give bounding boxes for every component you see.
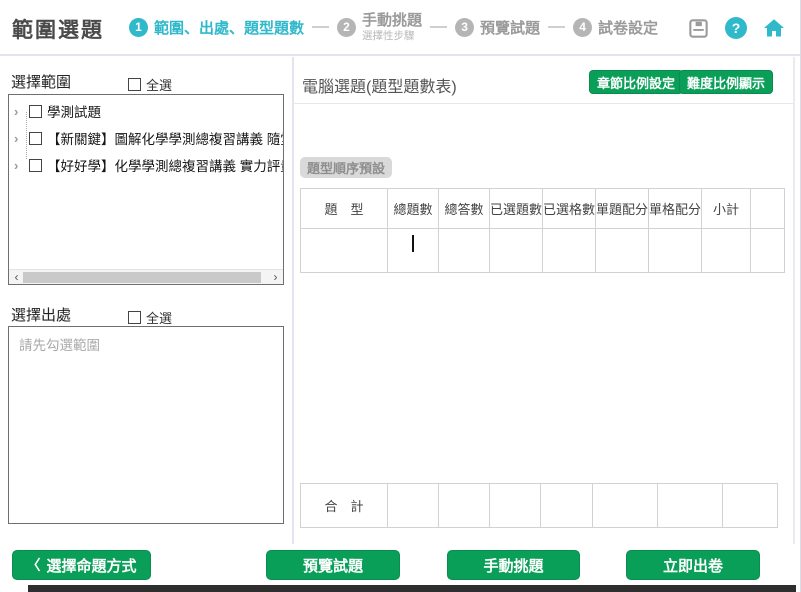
cell-question-type[interactable] bbox=[301, 229, 388, 273]
section-divider bbox=[293, 103, 793, 104]
step-2-sublabel: 選擇性步驟 bbox=[362, 30, 422, 42]
step-2-label: 手動挑題 bbox=[362, 12, 422, 29]
difficulty-ratio-button[interactable]: 難度比例顯示 bbox=[679, 70, 773, 94]
source-select-all[interactable]: 全選 bbox=[128, 308, 172, 327]
cell-selected-questions[interactable] bbox=[490, 229, 543, 273]
step-1-label: 範圍、出處、題型題數 bbox=[154, 17, 304, 38]
tree-item-label: 【新關鍵】圖解化學學測總複習講義 隨堂測驗 bbox=[47, 128, 284, 148]
totals-cell bbox=[723, 484, 778, 528]
tree-item[interactable]: 【好好學】化學學測總複習講義 實力評量 bbox=[9, 152, 283, 179]
generate-paper-button[interactable]: 立即出卷 bbox=[626, 550, 760, 580]
step-separator bbox=[548, 26, 565, 28]
col-header-total-answers: 總答數 bbox=[439, 189, 490, 229]
header-icon-group: ? bbox=[687, 16, 786, 40]
range-select-all-checkbox[interactable] bbox=[128, 78, 141, 91]
step-1-range[interactable]: 1 範圍、出處、題型題數 bbox=[129, 17, 304, 38]
question-type-table: 題 型 總題數 總答數 已選題數 已選格數 單題配分 單格配分 小計 bbox=[300, 188, 785, 273]
manual-pick-button[interactable]: 手動挑題 bbox=[447, 550, 580, 580]
col-header-points-per-cell: 單格配分 bbox=[649, 189, 702, 229]
cell-selected-cells[interactable] bbox=[543, 229, 596, 273]
text-cursor bbox=[412, 235, 414, 252]
back-chevron-icon: 〈 bbox=[26, 555, 40, 575]
step-1-number: 1 bbox=[129, 18, 148, 37]
tree-item-checkbox[interactable] bbox=[29, 132, 42, 145]
tree-item[interactable]: 【新關鍵】圖解化學學測總複習講義 隨堂測驗 bbox=[9, 125, 283, 152]
totals-cell bbox=[541, 484, 593, 528]
table-header-row: 題 型 總題數 總答數 已選題數 已選格數 單題配分 單格配分 小計 bbox=[301, 189, 785, 229]
step-2-manual-pick[interactable]: 2 手動挑題 選擇性步驟 bbox=[337, 12, 422, 41]
range-tree-box: 學測試題 【新關鍵】圖解化學學測總複習講義 隨堂測驗 【好好學】化學學測總複習講… bbox=[8, 94, 284, 285]
home-icon[interactable] bbox=[762, 16, 786, 40]
cell-total-answers[interactable] bbox=[439, 229, 490, 273]
step-4-label: 試卷設定 bbox=[598, 17, 658, 38]
help-icon[interactable]: ? bbox=[725, 17, 747, 39]
step-4-number: 4 bbox=[573, 18, 592, 37]
cell-points-per-question[interactable] bbox=[596, 229, 649, 273]
scroll-right-arrow-icon[interactable] bbox=[268, 270, 283, 285]
preview-questions-button[interactable]: 預覽試題 bbox=[266, 550, 400, 580]
col-header-selected-cells: 已選格數 bbox=[543, 189, 596, 229]
source-list-box: 請先勾選範圍 bbox=[8, 326, 284, 524]
expand-chevron-icon[interactable] bbox=[14, 158, 24, 173]
tree-item-checkbox[interactable] bbox=[29, 105, 42, 118]
col-header-selected-questions: 已選題數 bbox=[490, 189, 543, 229]
tree-item-label: 學測試題 bbox=[47, 101, 101, 121]
scroll-left-arrow-icon[interactable] bbox=[9, 270, 24, 285]
tree-item[interactable]: 學測試題 bbox=[9, 98, 283, 125]
step-4-paper-settings[interactable]: 4 試卷設定 bbox=[573, 17, 658, 38]
choose-method-back-button[interactable]: 〈 選擇命題方式 bbox=[12, 550, 151, 580]
totals-cell bbox=[658, 484, 723, 528]
expand-chevron-icon[interactable] bbox=[14, 104, 24, 119]
source-placeholder-text: 請先勾選範圍 bbox=[9, 327, 283, 361]
page-title: 範圍選題 bbox=[12, 14, 104, 44]
totals-cell bbox=[439, 484, 490, 528]
range-select-all[interactable]: 全選 bbox=[128, 75, 172, 94]
tree-guide-lines bbox=[26, 112, 27, 159]
range-select-all-label: 全選 bbox=[146, 75, 172, 94]
totals-row: 合 計 bbox=[301, 484, 778, 528]
type-order-preset-button[interactable]: 題型順序預設 bbox=[300, 157, 392, 178]
tree-item-label: 【好好學】化學學測總複習講義 實力評量 bbox=[47, 155, 284, 175]
step-3-label: 預覽試題 bbox=[480, 17, 540, 38]
tree-item-checkbox[interactable] bbox=[29, 159, 42, 172]
col-header-points-per-question: 單題配分 bbox=[596, 189, 649, 229]
totals-cell bbox=[388, 484, 439, 528]
expand-chevron-icon[interactable] bbox=[14, 131, 24, 146]
range-section-title: 選擇範圍 bbox=[11, 71, 71, 92]
top-header: 範圍選題 1 範圍、出處、題型題數 2 手動挑題 選擇性步驟 3 預覽試題 bbox=[0, 0, 800, 56]
step-separator bbox=[430, 26, 447, 28]
panel-divider bbox=[292, 57, 294, 544]
range-tree: 學測試題 【新關鍵】圖解化學學測總複習講義 隨堂測驗 【好好學】化學學測總複習講… bbox=[9, 95, 283, 179]
col-header-question-type: 題 型 bbox=[301, 189, 388, 229]
col-header-blank bbox=[751, 189, 785, 229]
source-select-all-label: 全選 bbox=[146, 308, 172, 327]
scrollbar-thumb[interactable] bbox=[23, 272, 261, 283]
step-3-preview[interactable]: 3 預覽試題 bbox=[455, 17, 540, 38]
step-separator bbox=[312, 26, 329, 28]
back-button-label: 選擇命題方式 bbox=[46, 555, 136, 576]
chapter-ratio-button[interactable]: 章節比例設定 bbox=[589, 70, 683, 94]
source-select-all-checkbox[interactable] bbox=[128, 311, 141, 324]
save-icon[interactable] bbox=[687, 17, 710, 40]
totals-table: 合 計 bbox=[300, 483, 778, 528]
source-section-title: 選擇出處 bbox=[11, 304, 71, 325]
cell-blank[interactable] bbox=[751, 229, 785, 273]
totals-cell bbox=[593, 484, 658, 528]
horizontal-scrollbar[interactable] bbox=[9, 269, 283, 284]
table-row bbox=[301, 229, 785, 273]
main-panel-title: 電腦選題(題型題數表) bbox=[302, 73, 457, 97]
col-header-total-questions: 總題數 bbox=[388, 189, 439, 229]
step-2-number: 2 bbox=[337, 18, 356, 37]
step-3-number: 3 bbox=[455, 18, 474, 37]
col-header-subtotal: 小計 bbox=[702, 189, 751, 229]
totals-label: 合 計 bbox=[301, 484, 388, 528]
help-glyph: ? bbox=[732, 20, 741, 36]
step-indicator: 1 範圍、出處、題型題數 2 手動挑題 選擇性步驟 3 預覽試題 4 試卷設定 bbox=[129, 0, 658, 54]
cell-subtotal[interactable] bbox=[702, 229, 751, 273]
panel-right-edge bbox=[793, 57, 795, 544]
totals-cell bbox=[490, 484, 541, 528]
app-window: 範圍選題 1 範圍、出處、題型題數 2 手動挑題 選擇性步驟 3 預覽試題 bbox=[0, 0, 801, 592]
cell-points-per-cell[interactable] bbox=[649, 229, 702, 273]
bottom-cutoff-strip bbox=[28, 585, 796, 592]
